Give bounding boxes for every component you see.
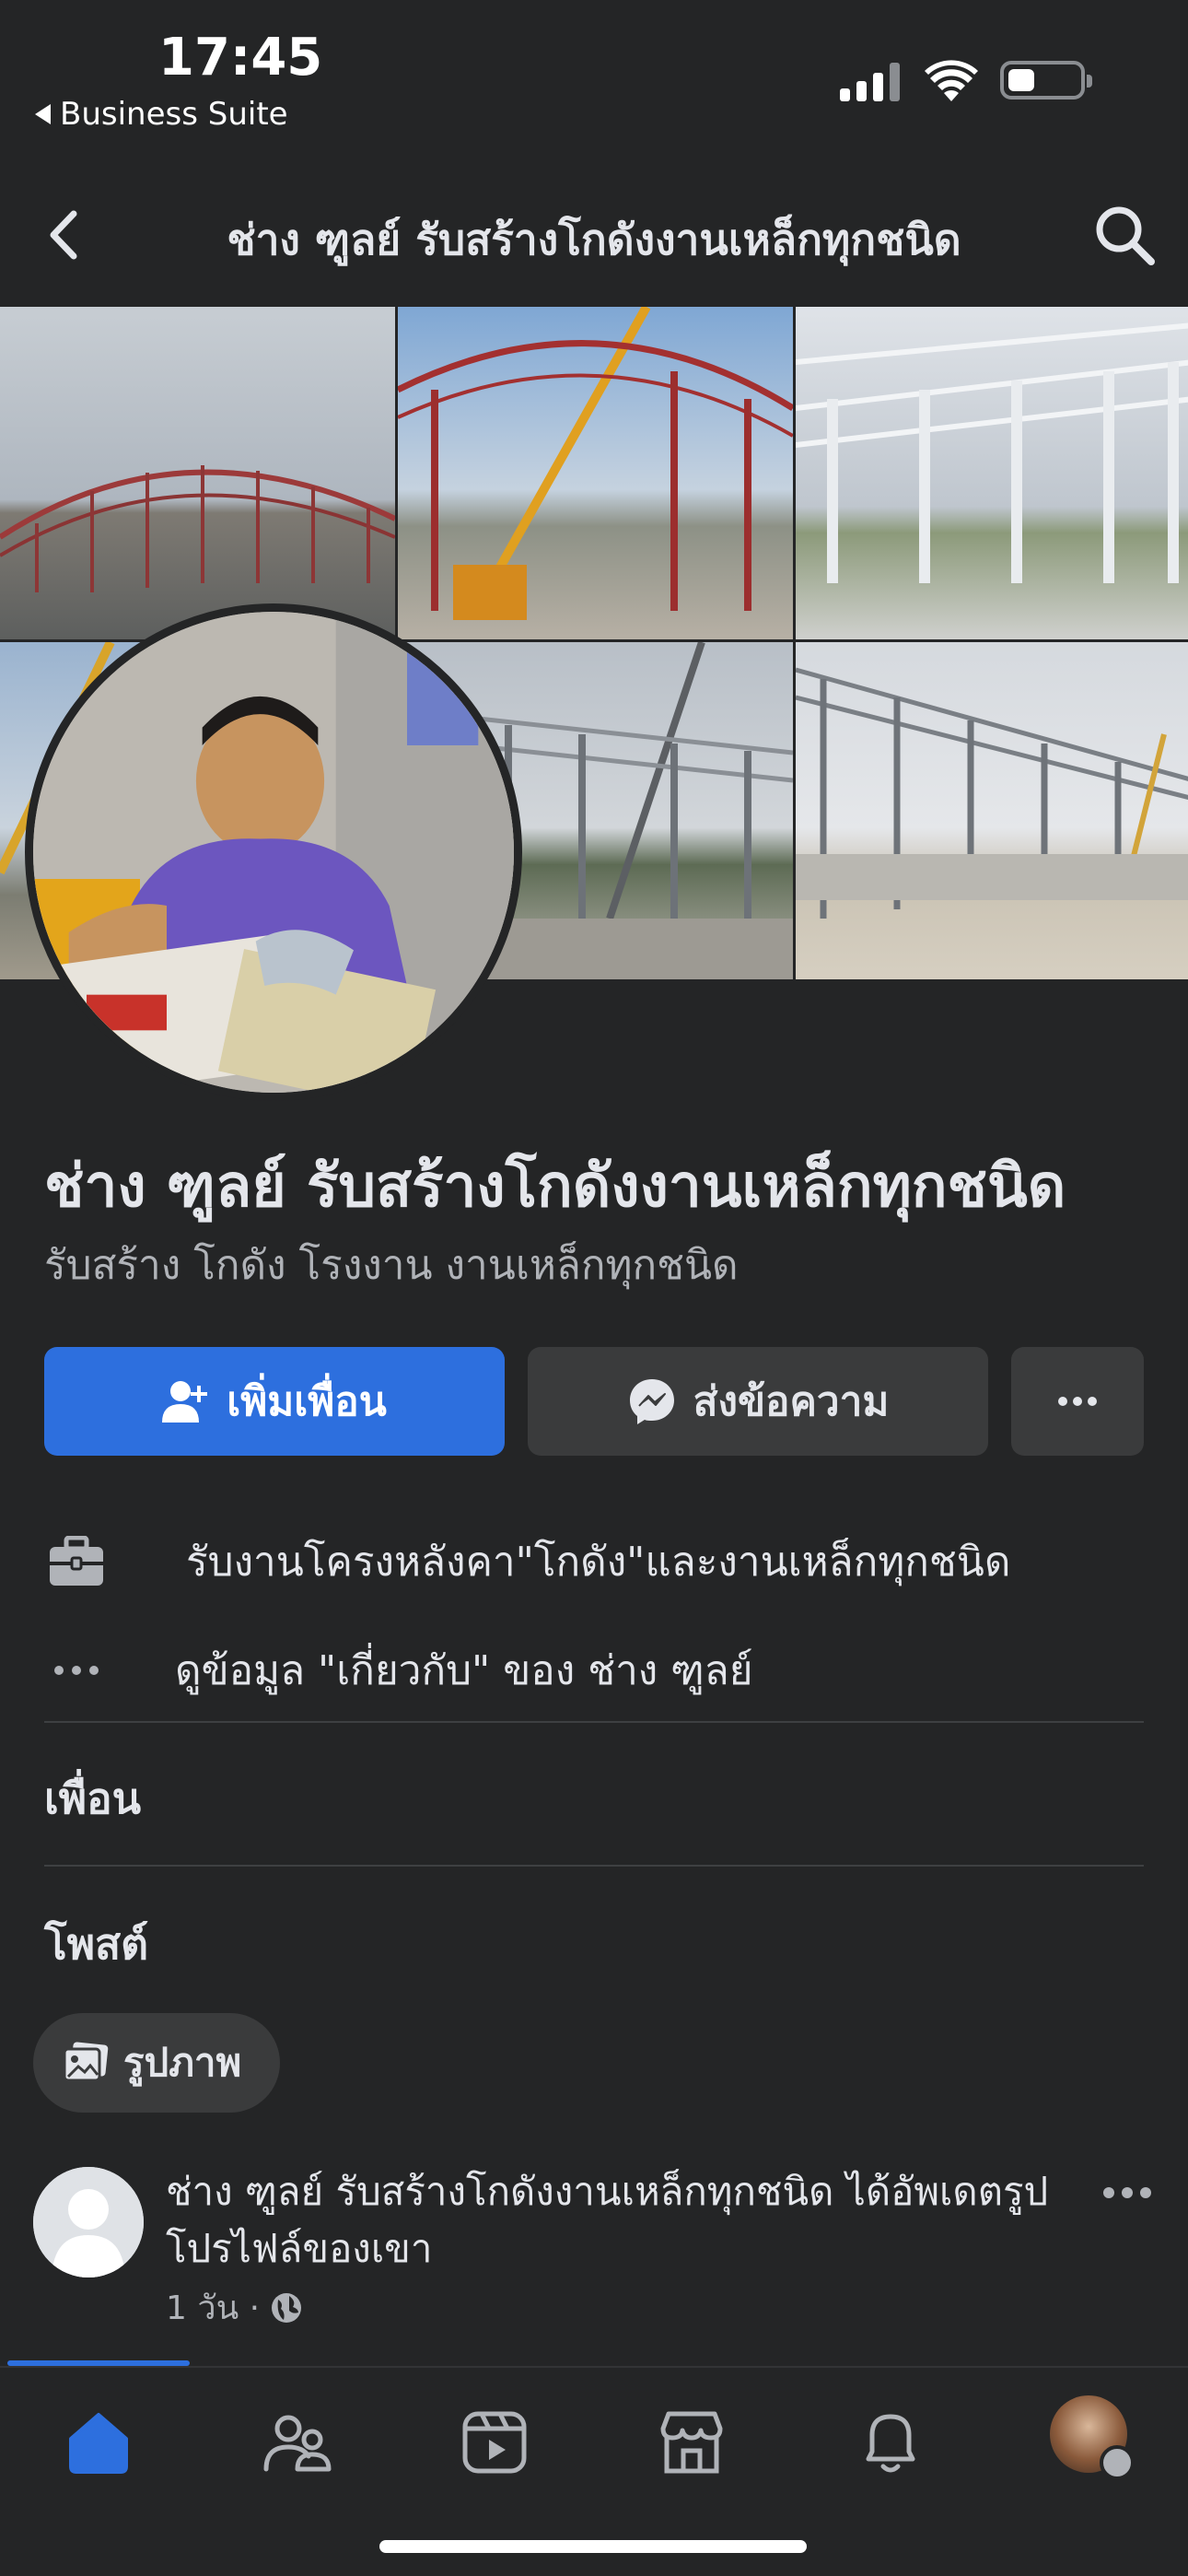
tab-marketplace[interactable] xyxy=(650,2401,733,2484)
post-more-icon[interactable] xyxy=(1101,2174,1153,2211)
tab-watch[interactable] xyxy=(453,2401,536,2484)
posts-section-title: โพสต์ xyxy=(44,1919,148,1969)
video-icon xyxy=(462,2411,527,2474)
divider xyxy=(44,1721,1144,1723)
photos-filter-chip[interactable]: รูปภาพ xyxy=(33,2013,281,2113)
cover-tile-crane-frame xyxy=(398,307,793,639)
back-app-label: Business Suite xyxy=(60,96,288,133)
divider xyxy=(44,1865,1144,1867)
briefcase-icon xyxy=(44,1529,109,1594)
tab-notifications[interactable] xyxy=(849,2401,932,2484)
wifi-icon xyxy=(925,60,978,101)
globe-icon xyxy=(272,2292,302,2323)
more-dots-icon xyxy=(44,1638,109,1703)
tab-profile-menu[interactable] xyxy=(1050,2395,1135,2480)
profile-category: รับสร้าง โกดัง โรงงาน งานเหล็กทุกชนิด xyxy=(44,1242,739,1289)
photos-filter-label: รูปภาพ xyxy=(123,2040,242,2085)
post-author-avatar[interactable] xyxy=(33,2167,144,2277)
back-to-app-link[interactable]: Business Suite xyxy=(35,96,288,133)
bell-icon xyxy=(866,2414,915,2473)
work-info-text: รับงานโครงหลังคา"โกดัง"และงานเหล็กทุกชนิ… xyxy=(186,1539,1011,1586)
status-bar: 17:45 Business Suite xyxy=(0,0,1188,147)
status-time: 17:45 xyxy=(158,28,323,88)
send-message-button[interactable]: ส่งข้อความ xyxy=(528,1347,988,1456)
profile-photo[interactable] xyxy=(25,603,522,1101)
tab-friends[interactable] xyxy=(256,2401,339,2484)
add-friend-button[interactable]: เพิ่มเพื่อน xyxy=(44,1347,505,1456)
page-title: ช่าง ฑูลย์ รับสร้างโกดังงานเหล็กทุกชนิด xyxy=(227,215,961,264)
more-icon xyxy=(1058,1397,1097,1406)
photos-icon xyxy=(63,2042,109,2082)
friends-icon xyxy=(263,2415,332,2472)
about-info-row[interactable]: ดูข้อมูล "เกี่ยวกับ" ของ ช่าง ฑูลย์ xyxy=(44,1638,753,1703)
home-icon xyxy=(69,2413,128,2474)
profile-name: ช่าง ฑูลย์ รับสร้างโกดังงานเหล็กทุกชนิด xyxy=(44,1153,1066,1221)
send-message-label: ส่งข้อความ xyxy=(693,1378,890,1425)
tab-home[interactable] xyxy=(57,2401,140,2484)
search-icon[interactable] xyxy=(1090,201,1159,269)
cover-tile-roof-trusses xyxy=(796,307,1188,639)
post-meta: 1 วัน · xyxy=(166,2281,304,2334)
cellular-signal-icon xyxy=(840,63,900,101)
default-avatar-icon xyxy=(33,2167,144,2277)
add-friend-label: เพิ่มเพื่อน xyxy=(227,1378,387,1425)
back-chevron-icon[interactable] xyxy=(41,205,90,265)
cover-tile-building-frame xyxy=(796,642,1188,979)
marketplace-icon xyxy=(660,2411,723,2474)
home-indicator[interactable] xyxy=(379,2540,807,2553)
messenger-icon xyxy=(629,1379,674,1424)
menu-badge-icon xyxy=(1100,2445,1135,2480)
post-text[interactable]: ช่าง ฑูลย์ รับสร้างโกดังงานเหล็กทุกชนิด … xyxy=(166,2163,1077,2277)
work-info-row: รับงานโครงหลังคา"โกดัง"และงานเหล็กทุกชนิ… xyxy=(44,1529,1010,1594)
profile-person-image xyxy=(33,612,514,1093)
back-triangle-icon xyxy=(35,104,51,124)
post-time: 1 วัน · xyxy=(166,2289,261,2327)
more-options-button[interactable] xyxy=(1011,1347,1144,1456)
add-friend-icon xyxy=(162,1381,208,1423)
battery-icon xyxy=(1000,61,1092,100)
cover-tile-warehouse-arch xyxy=(0,307,395,639)
nav-header: ช่าง ฑูลย์ รับสร้างโกดังงานเหล็กทุกชนิด xyxy=(0,177,1188,295)
friends-section-title[interactable]: เพื่อน xyxy=(44,1765,141,1832)
about-info-text: ดูข้อมูล "เกี่ยวกับ" ของ ช่าง ฑูลย์ xyxy=(175,1647,753,1694)
